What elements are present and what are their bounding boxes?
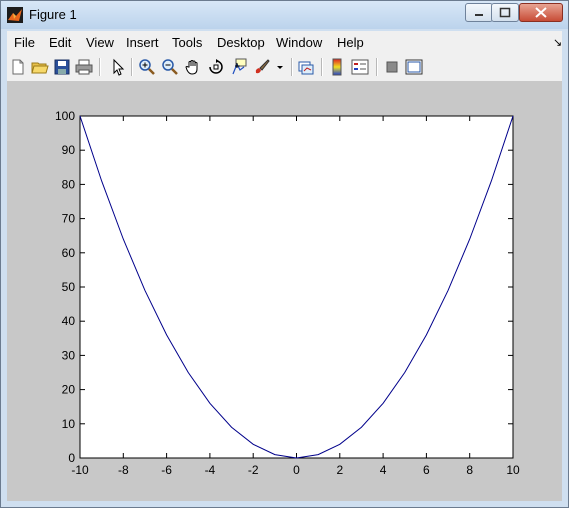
rotate-3d-icon[interactable] [207, 58, 225, 76]
menu-file[interactable]: File [14, 35, 35, 50]
menu-edit[interactable]: Edit [49, 35, 71, 50]
x-tick-label: 4 [380, 463, 387, 477]
brush-dropdown-icon[interactable] [275, 58, 285, 76]
zoom-out-icon[interactable] [161, 58, 179, 76]
brush-icon[interactable] [253, 58, 271, 76]
x-tick-label: 0 [293, 463, 300, 477]
x-tick-label: 10 [506, 463, 520, 477]
maximize-button[interactable] [491, 3, 519, 22]
close-button[interactable] [519, 3, 563, 22]
y-tick-label: 70 [62, 212, 76, 226]
x-tick-label: 8 [466, 463, 473, 477]
minimize-button[interactable] [465, 3, 493, 22]
y-tick-label: 40 [62, 314, 76, 328]
dock-arrow-icon[interactable]: ↘ [553, 36, 562, 49]
toolbar-separator [321, 58, 323, 76]
y-tick-label: 100 [55, 109, 75, 123]
x-tick-label: -8 [118, 463, 129, 477]
hide-plot-tools-icon[interactable] [383, 58, 401, 76]
toolbar-separator [291, 58, 293, 76]
title-bar[interactable]: Figure 1 [1, 1, 568, 29]
toolbar-separator [376, 58, 378, 76]
x-tick-label: 6 [423, 463, 430, 477]
window-title: Figure 1 [29, 7, 77, 22]
x-tick-label: -10 [71, 463, 89, 477]
matlab-icon [7, 7, 23, 23]
menu-bar: File Edit View Insert Tools Desktop Wind… [7, 31, 562, 53]
figure-toolbar [7, 53, 562, 82]
pan-hand-icon[interactable] [184, 58, 202, 76]
new-figure-icon[interactable] [9, 58, 27, 76]
colorbar-icon[interactable] [328, 58, 346, 76]
close-icon [535, 7, 547, 18]
print-icon[interactable] [75, 58, 93, 76]
menu-window[interactable]: Window [276, 35, 322, 50]
y-tick-label: 60 [62, 246, 76, 260]
menu-help[interactable]: Help [337, 35, 364, 50]
legend-icon[interactable] [351, 58, 369, 76]
menu-desktop[interactable]: Desktop [217, 35, 265, 50]
y-tick-label: 10 [62, 417, 76, 431]
x-tick-label: 2 [336, 463, 343, 477]
y-tick-label: 50 [62, 280, 76, 294]
menu-insert[interactable]: Insert [126, 35, 159, 50]
client-area: File Edit View Insert Tools Desktop Wind… [7, 31, 562, 501]
show-plot-tools-icon[interactable] [405, 58, 423, 76]
y-tick-label: 90 [62, 143, 76, 157]
axes-background[interactable] [79, 115, 514, 459]
save-icon[interactable] [53, 58, 71, 76]
figure-canvas[interactable]: 0 10 20 30 40 50 60 70 80 90 100 -10 -8 -6 -4 -2 0 2 4 6 8 1… [7, 82, 562, 501]
x-tick-label: -2 [248, 463, 259, 477]
open-file-icon[interactable] [31, 58, 49, 76]
zoom-in-icon[interactable] [138, 58, 156, 76]
toolbar-separator [131, 58, 133, 76]
figure-window: Figure 1 File Edit View Insert Tools Des… [0, 0, 569, 508]
menu-view[interactable]: View [86, 35, 114, 50]
x-tick-label: -6 [161, 463, 172, 477]
data-cursor-icon[interactable] [230, 58, 248, 76]
x-tick-label: -4 [205, 463, 216, 477]
maximize-icon [499, 7, 511, 18]
menu-tools[interactable]: Tools [172, 35, 202, 50]
select-arrow-icon[interactable] [109, 58, 127, 76]
y-tick-label: 30 [62, 348, 76, 362]
y-tick-label: 80 [62, 177, 76, 191]
link-plot-icon[interactable] [297, 58, 315, 76]
minimize-icon [475, 14, 483, 16]
toolbar-separator [99, 58, 101, 76]
y-tick-label: 20 [62, 383, 76, 397]
plot-svg[interactable]: 0102030405060708090100 -10 -8 -6 -4 -2 0 2 4 6 8 1… [7, 82, 562, 501]
